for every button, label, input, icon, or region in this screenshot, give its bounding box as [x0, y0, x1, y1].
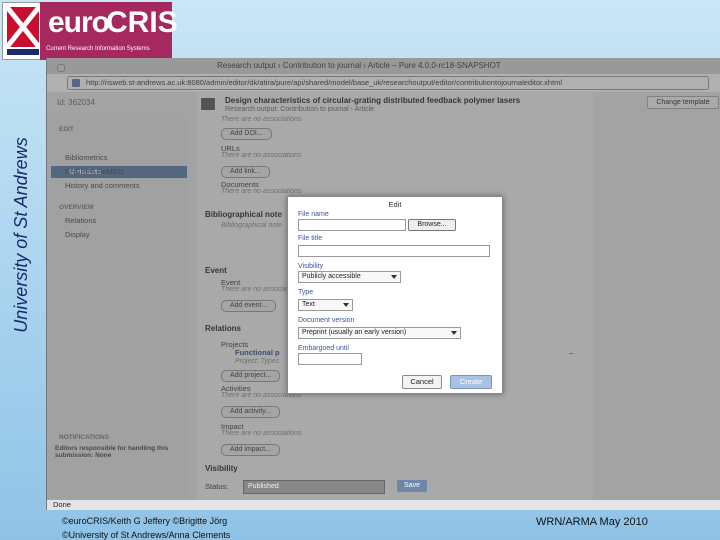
- browse-button[interactable]: Browse...: [408, 219, 456, 231]
- chevron-down-icon: [451, 331, 457, 335]
- footer-copyright-2: ©University of St Andrews/Anna Clements: [62, 530, 231, 540]
- doc-version-select[interactable]: Preprint (usually an early version): [298, 327, 461, 339]
- logo-tagline: Current Research Information Systems: [46, 46, 150, 52]
- visibility-label: Visibility: [298, 263, 324, 270]
- edit-dialog: Edit File name Browse... File title Visi…: [287, 196, 503, 394]
- create-button[interactable]: Create: [450, 375, 492, 389]
- dialog-title: Edit: [388, 200, 402, 209]
- footer-copyright-1: ©euroCRIS/Keith G Jeffery ©Brigitte Jörg: [62, 516, 228, 526]
- doc-version-label: Document version: [298, 317, 355, 324]
- save-button[interactable]: Save: [397, 480, 427, 492]
- university-crest-logo: [2, 2, 44, 60]
- browser-status-bar: Done: [47, 500, 720, 510]
- type-value: Text: [302, 301, 315, 308]
- cancel-button[interactable]: Cancel: [402, 375, 442, 389]
- embargo-label: Embargoed until: [298, 345, 349, 352]
- file-name-input[interactable]: [298, 219, 406, 231]
- visibility-value: Publicly accessible: [302, 273, 361, 280]
- embargo-input[interactable]: [298, 353, 362, 365]
- eurocris-logo: euro CRIS Current Research Information S…: [40, 2, 178, 60]
- chevron-down-icon: [343, 303, 349, 307]
- logo-cris-text: CRIS: [106, 6, 178, 39]
- type-label: Type: [298, 289, 314, 296]
- doc-version-value: Preprint (usually an early version): [302, 329, 407, 336]
- visibility-select[interactable]: Publicly accessible: [298, 271, 401, 283]
- file-title-input[interactable]: [298, 245, 490, 257]
- status-select[interactable]: Published: [243, 480, 385, 494]
- status-text: Done: [53, 500, 71, 509]
- file-name-label: File name: [298, 211, 329, 218]
- type-select[interactable]: Text: [298, 299, 353, 311]
- browser-window: Research output › Contribution to journa…: [46, 58, 720, 510]
- chevron-down-icon: [391, 275, 397, 279]
- logo-euro-text: euro: [48, 6, 110, 39]
- university-side-text: University of St Andrews: [11, 137, 31, 333]
- footer-event: WRN/ARMA May 2010: [536, 516, 648, 528]
- file-title-label: File title: [298, 235, 323, 242]
